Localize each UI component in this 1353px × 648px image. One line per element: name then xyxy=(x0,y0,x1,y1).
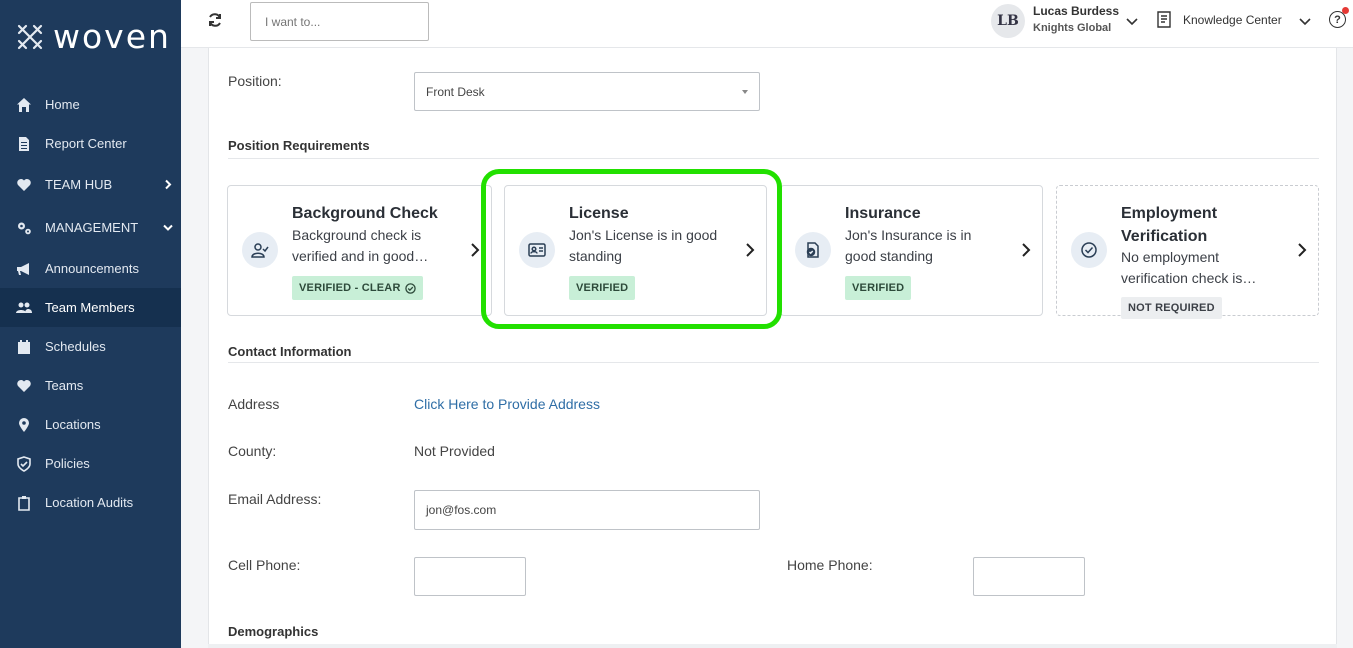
sidebar-item-teams[interactable]: Teams xyxy=(0,366,181,405)
position-select[interactable]: Front Desk xyxy=(414,72,760,111)
sidebar-item-label: Teams xyxy=(45,378,84,393)
requirement-card-background-check[interactable]: Background Check Background check is ver… xyxy=(227,185,492,316)
heart-icon xyxy=(15,377,33,395)
megaphone-icon xyxy=(15,260,33,278)
avatar[interactable]: LB xyxy=(991,4,1025,38)
sidebar-item-label: MANAGEMENT xyxy=(45,220,139,235)
book-icon xyxy=(1156,11,1172,33)
email-field-value: jon@fos.com xyxy=(426,503,497,517)
shield-check-icon xyxy=(15,455,33,473)
users-icon xyxy=(15,299,33,317)
sidebar-item-team-hub[interactable]: TEAM HUB xyxy=(0,163,181,206)
knowledge-center-link[interactable]: Knowledge Center xyxy=(1183,13,1282,27)
check-circle-icon xyxy=(404,282,416,294)
license-card-highlight xyxy=(481,169,782,329)
position-select-value: Front Desk xyxy=(426,84,485,99)
card-description: Jon's Insurance is in good standing xyxy=(845,227,972,264)
search-input[interactable] xyxy=(250,2,429,41)
sidebar-item-management[interactable]: MANAGEMENT xyxy=(0,206,181,249)
cell-phone-label: Cell Phone: xyxy=(228,557,301,573)
sidebar: woven Home Report Center TEAM HUB MANAGE… xyxy=(0,0,181,648)
sidebar-item-label: Announcements xyxy=(45,261,139,276)
check-circle-icon xyxy=(1071,232,1107,268)
woven-logo-icon xyxy=(17,24,43,50)
county-value: Not Provided xyxy=(414,443,495,459)
user-check-icon xyxy=(242,232,278,268)
status-badge: VERIFIED - CLEAR xyxy=(292,276,423,300)
divider xyxy=(208,644,1337,648)
notification-dot xyxy=(1342,7,1349,14)
sidebar-item-label: Locations xyxy=(45,417,101,432)
divider xyxy=(228,362,1319,363)
status-badge: NOT REQUIRED xyxy=(1121,297,1222,319)
top-bar: LB Lucas Burdess Knights Global Knowledg… xyxy=(181,0,1353,48)
position-requirements-title: Position Requirements xyxy=(228,138,370,153)
sidebar-item-label: Schedules xyxy=(45,339,106,354)
sidebar-item-location-audits[interactable]: Location Audits xyxy=(0,483,181,522)
chevron-right-icon xyxy=(469,243,481,262)
card-description: Background check is verified and in good… xyxy=(292,227,429,264)
sidebar-item-report-center[interactable]: Report Center xyxy=(0,124,181,163)
email-field[interactable]: jon@fos.com xyxy=(414,490,760,530)
address-label: Address xyxy=(228,396,280,412)
home-phone-label: Home Phone: xyxy=(787,557,873,573)
user-organization: Knights Global xyxy=(1033,22,1112,34)
card-title: Insurance xyxy=(845,205,921,222)
chevron-down-icon[interactable] xyxy=(1126,14,1138,32)
position-label: Position: xyxy=(228,73,282,89)
card-title: Employment Verification xyxy=(1121,205,1218,245)
status-badge-label: VERIFIED - CLEAR xyxy=(299,282,401,294)
home-icon xyxy=(15,96,33,114)
document-icon xyxy=(15,135,33,153)
calendar-icon xyxy=(15,338,33,356)
map-pin-icon xyxy=(15,416,33,434)
county-label: County: xyxy=(228,443,277,459)
email-label: Email Address: xyxy=(228,491,322,507)
sidebar-item-locations[interactable]: Locations xyxy=(0,405,181,444)
chevron-right-icon xyxy=(163,177,173,192)
requirement-card-insurance[interactable]: Insurance Jon's Insurance is in good sta… xyxy=(780,185,1043,316)
provide-address-link[interactable]: Click Here to Provide Address xyxy=(414,396,600,412)
caret-down-icon xyxy=(742,90,748,94)
sidebar-item-schedules[interactable]: Schedules xyxy=(0,327,181,366)
chevron-down-icon xyxy=(163,220,173,235)
sidebar-item-home[interactable]: Home xyxy=(0,85,181,124)
home-phone-field[interactable] xyxy=(973,557,1085,596)
team-member-details: Position: Front Desk Position Requiremen… xyxy=(208,48,1337,648)
refresh-icon[interactable] xyxy=(207,12,225,30)
sidebar-item-team-members[interactable]: Team Members xyxy=(0,288,181,327)
sidebar-item-policies[interactable]: Policies xyxy=(0,444,181,483)
brand-name: woven xyxy=(53,17,171,56)
sidebar-item-label: TEAM HUB xyxy=(45,177,113,192)
user-name[interactable]: Lucas Burdess xyxy=(1033,4,1119,18)
requirement-card-employment-verification[interactable]: Employment Verification No employment ve… xyxy=(1056,185,1319,319)
sidebar-item-label: Location Audits xyxy=(45,495,134,510)
sidebar-item-label: Team Members xyxy=(45,300,135,315)
sidebar-item-announcements[interactable]: Announcements xyxy=(0,249,181,288)
card-description: No employment verification check is… xyxy=(1121,249,1257,286)
contact-information-title: Contact Information xyxy=(228,344,352,359)
status-badge: VERIFIED xyxy=(845,276,912,300)
insurance-doc-icon xyxy=(795,232,831,268)
cogs-icon xyxy=(15,219,33,237)
card-title: Background Check xyxy=(292,205,438,222)
cell-phone-field[interactable] xyxy=(414,557,526,596)
demographics-title: Demographics xyxy=(228,624,319,639)
divider xyxy=(228,158,1319,159)
chevron-right-icon xyxy=(1020,243,1032,262)
woven-logo[interactable]: woven xyxy=(15,17,171,56)
sidebar-item-label: Report Center xyxy=(45,136,127,151)
chevron-right-icon xyxy=(1296,243,1308,262)
sidebar-item-label: Home xyxy=(45,97,80,112)
clipboard-icon xyxy=(15,494,33,512)
heart-icon xyxy=(15,176,33,194)
sidebar-nav: Home Report Center TEAM HUB MANAGEMENT A… xyxy=(0,85,181,522)
sidebar-item-label: Policies xyxy=(45,456,90,471)
chevron-down-icon[interactable] xyxy=(1299,14,1311,32)
